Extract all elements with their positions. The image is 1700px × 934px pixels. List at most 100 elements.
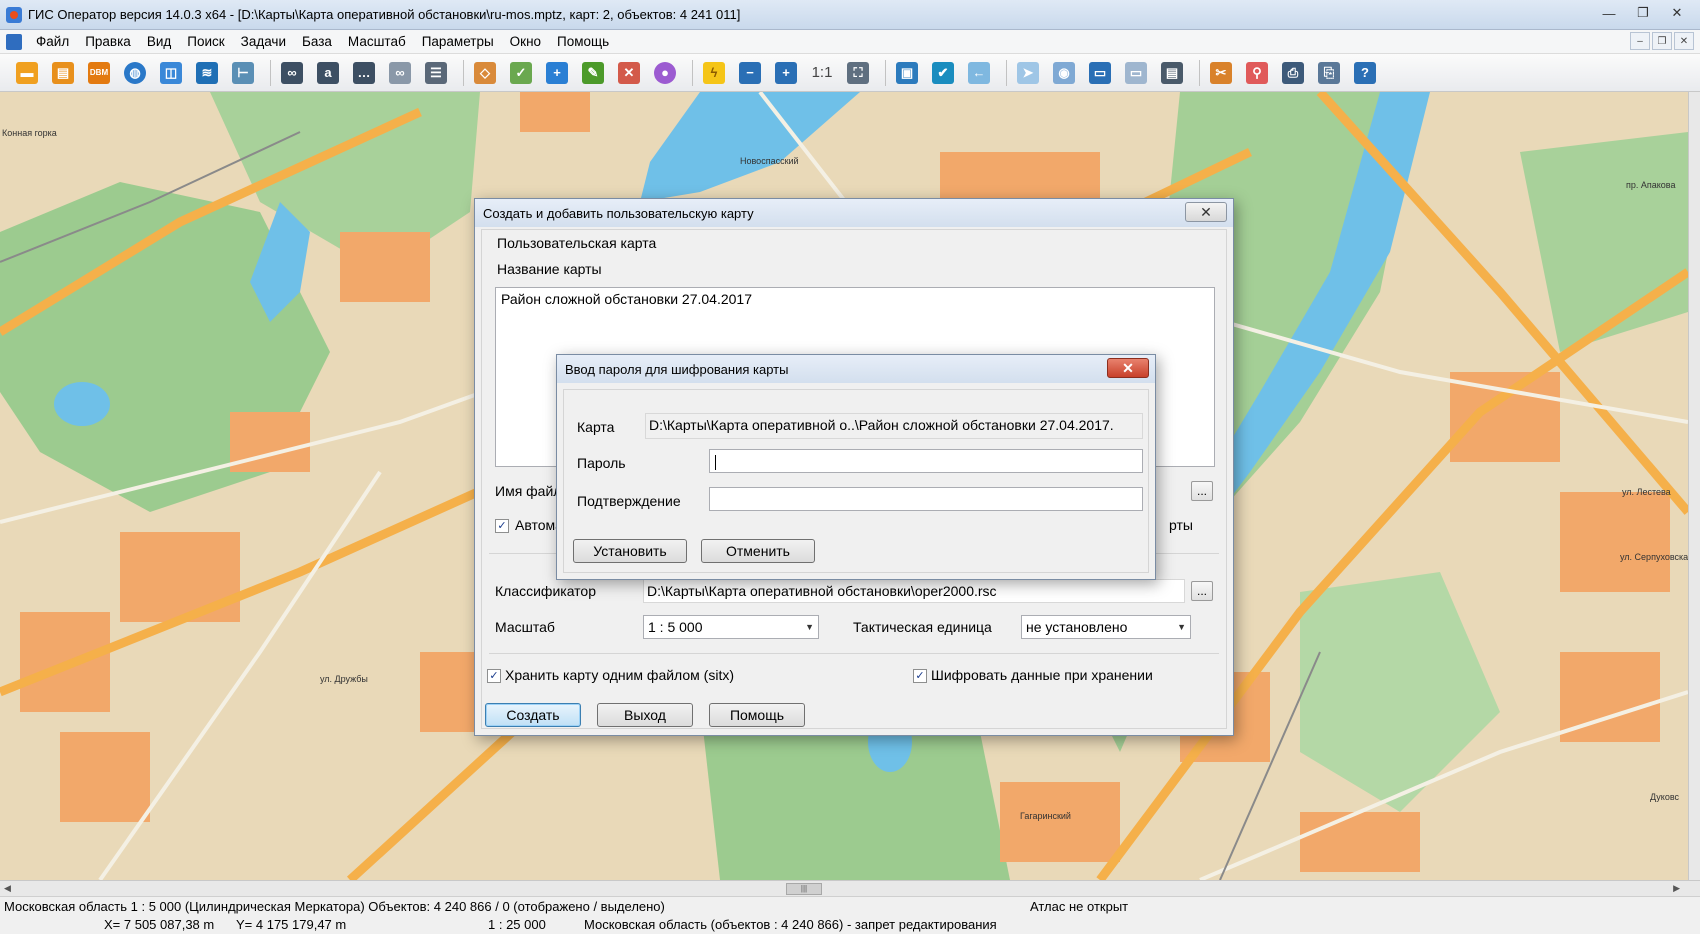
close-button[interactable]: ✕ <box>1662 2 1692 24</box>
create-button[interactable]: Создать <box>485 703 581 727</box>
toolbar-separator <box>463 59 464 86</box>
store-single-file-checkbox[interactable]: ✓ <box>487 669 501 683</box>
password-input[interactable] <box>709 449 1143 473</box>
menu-edit[interactable]: Правка <box>77 34 139 49</box>
map-label: ул. Дружбы <box>320 674 368 684</box>
file-name-label: Имя файл <box>495 483 562 499</box>
help-button[interactable]: Помощь <box>709 703 805 727</box>
tactical-unit-value: не установлено <box>1026 619 1128 635</box>
confirm-label: Подтверждение <box>577 493 681 509</box>
menu-file[interactable]: Файл <box>28 34 77 49</box>
create-dialog-close-button[interactable]: ✕ <box>1185 202 1227 222</box>
exit-button[interactable]: Выход <box>597 703 693 727</box>
tools-icon[interactable]: ✂ <box>1206 58 1236 88</box>
monitor-pointer-icon[interactable]: ▭ <box>1085 58 1115 88</box>
checkmark-icon[interactable]: ✔ <box>928 58 958 88</box>
zoom-in-icon[interactable]: + <box>771 58 801 88</box>
toolbar-separator <box>1006 59 1007 86</box>
map-vertical-scrollbar[interactable] <box>1688 92 1700 880</box>
open-list-icon[interactable]: ▤ <box>48 58 78 88</box>
binoculars-text-icon[interactable]: a <box>313 58 343 88</box>
cancel-password-button[interactable]: Отменить <box>701 539 815 563</box>
binoculars-more-icon[interactable]: … <box>349 58 379 88</box>
window-title: ГИС Оператор версия 14.0.3 x64 - [D:\Кар… <box>28 7 741 22</box>
tree-icon[interactable]: ⊢ <box>228 58 258 88</box>
classifier-field[interactable]: D:\Карты\Карта оперативной обстановки\op… <box>643 579 1185 603</box>
menu-scale[interactable]: Масштаб <box>340 34 414 49</box>
network-globe-icon[interactable]: ◉ <box>1049 58 1079 88</box>
map-path-field: D:\Карты\Карта оперативной о..\Район сло… <box>645 413 1143 439</box>
palette-icon[interactable]: ● <box>650 58 680 88</box>
menu-database[interactable]: База <box>294 34 340 49</box>
map-label: Новоспасский <box>740 156 799 166</box>
print-icon[interactable]: ⎙ <box>1278 58 1308 88</box>
menu-tasks[interactable]: Задачи <box>233 34 294 49</box>
route-icon[interactable]: ⚲ <box>1242 58 1272 88</box>
scale-select[interactable]: 1 : 5 000 ▼ <box>643 615 819 639</box>
menu-search[interactable]: Поиск <box>179 34 232 49</box>
binoculars-icon[interactable]: ∞ <box>277 58 307 88</box>
select-check-icon[interactable]: ✓ <box>506 58 536 88</box>
print-setup-icon[interactable]: ⎘ <box>1314 58 1344 88</box>
map-horizontal-scrollbar[interactable]: ◀ ||| ▶ <box>0 880 1700 896</box>
toolbar-separator <box>885 59 886 86</box>
list-icon[interactable]: ☰ <box>421 58 451 88</box>
scroll-left-icon[interactable]: ◀ <box>4 883 11 894</box>
maximize-button[interactable]: ❐ <box>1628 2 1658 24</box>
globe-layers-icon[interactable]: ◫ <box>156 58 186 88</box>
password-dialog-close-button[interactable]: ✕ <box>1107 358 1149 378</box>
map-name-value: Район сложной обстановки 27.04.2017 <box>501 291 752 307</box>
status-edit-mode: Московская область (объектов : 4 240 866… <box>584 917 997 932</box>
scrollbar-thumb[interactable]: ||| <box>786 883 822 895</box>
add-object-icon[interactable]: + <box>542 58 572 88</box>
mdi-restore-button[interactable]: ❐ <box>1652 32 1672 50</box>
edit-object-icon[interactable]: ✎ <box>578 58 608 88</box>
lightning-icon[interactable]: ϟ <box>699 58 729 88</box>
document-icon[interactable] <box>6 33 22 50</box>
fit-extent-icon[interactable]: ⛶ <box>843 58 873 88</box>
monitor-dbm-icon[interactable]: ▭ <box>1121 58 1151 88</box>
set-password-button[interactable]: Установить <box>573 539 687 563</box>
menu-window[interactable]: Окно <box>502 34 549 49</box>
status-coord-y: Y= 4 175 179,47 m <box>236 917 347 932</box>
confirm-input[interactable] <box>709 487 1143 511</box>
browse-file-button[interactable]: ... <box>1191 481 1213 501</box>
menu-parameters[interactable]: Параметры <box>414 34 502 49</box>
menu-help[interactable]: Помощь <box>549 34 617 49</box>
layers-icon[interactable]: ≋ <box>192 58 222 88</box>
classifier-value: D:\Карты\Карта оперативной обстановки\op… <box>647 583 997 599</box>
encrypt-data-checkbox[interactable]: ✓ <box>913 669 927 683</box>
auto-checkbox[interactable]: ✓ <box>495 519 509 533</box>
browse-classifier-button[interactable]: ... <box>1191 581 1213 601</box>
scroll-right-icon[interactable]: ▶ <box>1673 883 1680 894</box>
mdi-close-button[interactable]: ✕ <box>1674 32 1694 50</box>
document-edit-icon[interactable]: ▤ <box>1157 58 1187 88</box>
menu-view[interactable]: Вид <box>139 34 179 49</box>
password-dialog: Ввод пароля для шифрования карты ✕ Карта… <box>556 354 1156 580</box>
status-bar-bottom: X= 7 505 087,38 m Y= 4 175 179,47 m 1 : … <box>0 915 1700 934</box>
pointer-icon[interactable]: ➤ <box>1013 58 1043 88</box>
open-dbm-icon[interactable]: DBM <box>84 58 114 88</box>
help-pointer-icon[interactable]: ? <box>1350 58 1380 88</box>
create-map-dialog-titlebar: Создать и добавить пользовательскую карт… <box>475 199 1233 227</box>
binoculars-disabled-icon[interactable]: ∞ <box>385 58 415 88</box>
tactical-unit-select[interactable]: не установлено ▼ <box>1021 615 1191 639</box>
status-atlas: Атлас не открыт <box>1030 898 1129 914</box>
toolbar-separator <box>692 59 693 86</box>
delete-object-icon[interactable]: ✕ <box>614 58 644 88</box>
frame-icon[interactable]: ▣ <box>892 58 922 88</box>
map-label: ул. Лестева <box>1622 487 1671 497</box>
password-dialog-title: Ввод пароля для шифрования карты <box>565 361 789 377</box>
zoom-out-icon[interactable]: − <box>735 58 765 88</box>
minimize-button[interactable]: — <box>1594 2 1624 24</box>
scale-1to1-button[interactable]: 1:1 <box>807 58 837 88</box>
open-folder-icon[interactable]: ▬ <box>12 58 42 88</box>
mdi-minimize-button[interactable]: – <box>1630 32 1650 50</box>
menu-bar: Файл Правка Вид Поиск Задачи База Масшта… <box>0 30 1700 54</box>
select-object-icon[interactable]: ◇ <box>470 58 500 88</box>
map-name-label: Название карты <box>497 261 602 277</box>
back-arrow-icon[interactable]: ← <box>964 58 994 88</box>
password-label: Пароль <box>577 455 626 471</box>
mdi-controls: – ❐ ✕ <box>1630 32 1694 50</box>
globe-icon[interactable]: ◍ <box>120 58 150 88</box>
